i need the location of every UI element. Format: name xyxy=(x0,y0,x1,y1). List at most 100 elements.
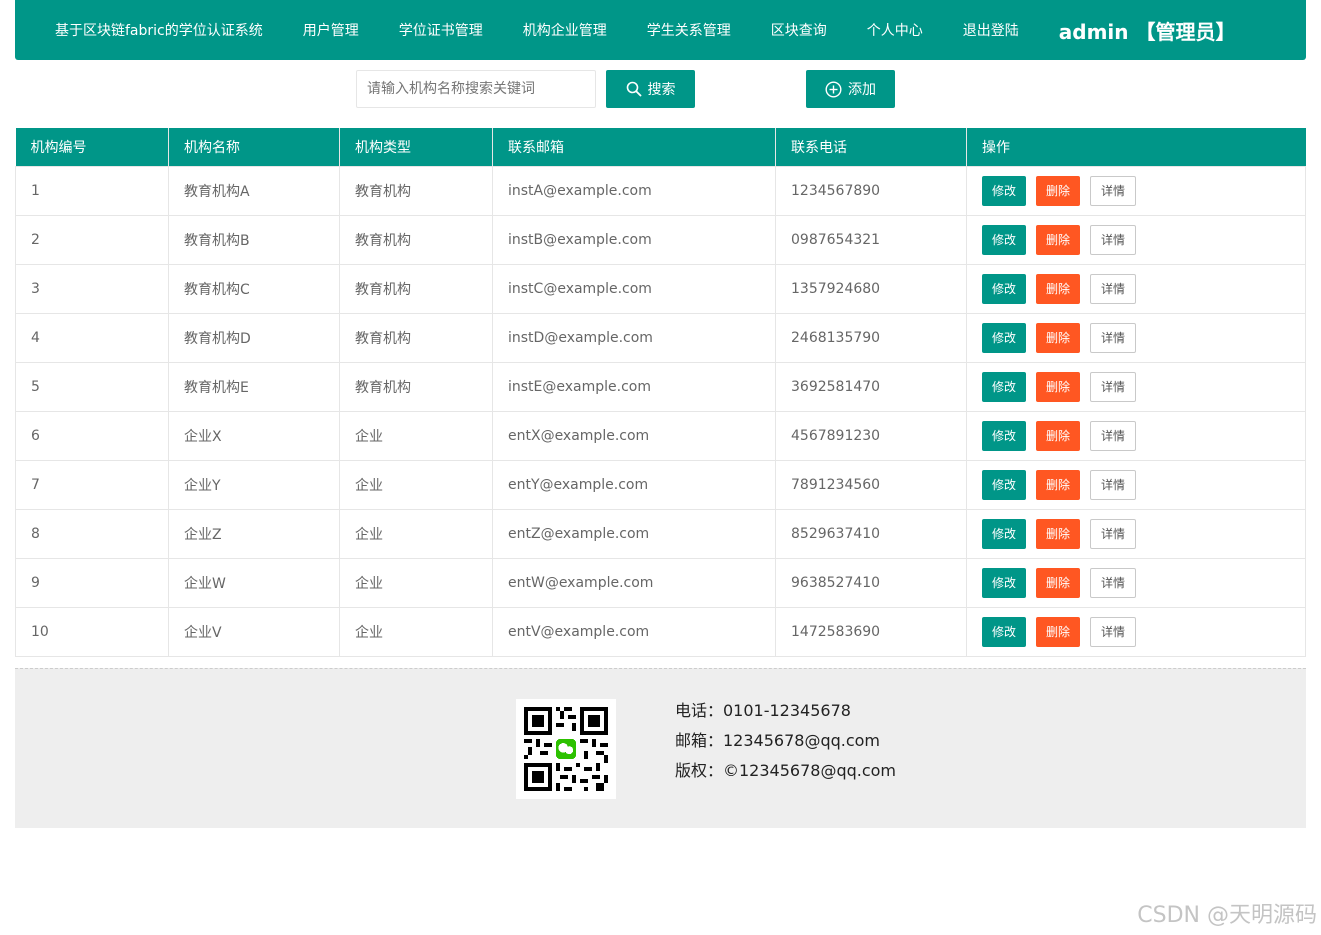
nav-item-profile[interactable]: 个人中心 xyxy=(867,20,923,40)
cell-org-id: 8 xyxy=(15,508,169,559)
edit-button[interactable]: 修改 xyxy=(982,567,1026,598)
delete-button[interactable]: 删除 xyxy=(1036,518,1080,549)
table-row: 2 教育机构B 教育机构 instB@example.com 0987654321 修改删… xyxy=(15,214,1306,265)
cell-org-type: 教育机构 xyxy=(339,312,493,363)
search-button-label: 搜索 xyxy=(647,82,676,98)
cell-org-name: 教育机构D xyxy=(168,312,340,363)
cell-org-id: 3 xyxy=(15,263,169,314)
cell-org-type: 教育机构 xyxy=(339,263,493,314)
cell-org-name: 教育机构E xyxy=(168,361,340,412)
delete-button[interactable]: 删除 xyxy=(1036,273,1080,304)
nav-brand[interactable]: 基于区块链fabric的学位认证系统 xyxy=(55,20,263,40)
cell-phone: 4567891230 xyxy=(775,410,967,461)
cell-email: instE@example.com xyxy=(492,361,776,412)
cell-actions: 修改 删除 详情 xyxy=(966,263,1306,314)
cell-org-type: 教育机构 xyxy=(339,361,493,412)
edit-button[interactable]: 修改 xyxy=(982,175,1026,206)
cell-org-id: 5 xyxy=(15,361,169,412)
cell-org-id: 6 xyxy=(15,410,169,461)
cell-org-id: 10 xyxy=(15,606,169,657)
delete-button[interactable]: 删除 xyxy=(1036,224,1080,255)
organizations-table: 机构编号 机构名称 机构类型 联系邮箱 联系电话 操作 1 教育机构A 教育机构 in… xyxy=(15,128,1306,657)
detail-button[interactable]: 详情 xyxy=(1090,420,1136,451)
toolbar: 搜索 添加 xyxy=(0,70,1321,108)
detail-button[interactable]: 详情 xyxy=(1090,567,1136,598)
table-row: 8 企业Z 企业 entZ@example.com 8529637410 修改 删除 详情 xyxy=(15,508,1306,559)
detail-button[interactable]: 详情 xyxy=(1090,371,1136,402)
delete-button[interactable]: 删除 xyxy=(1036,420,1080,451)
cell-phone: 2468135790 xyxy=(775,312,967,363)
cell-email: entX@example.com xyxy=(492,410,776,461)
detail-button[interactable]: 详情 xyxy=(1090,224,1136,255)
cell-actions: 修改 删除 详情 xyxy=(966,312,1306,363)
footer-contact-info: 电话：0101-12345678 邮箱：12345678@qq.com 版权：©… xyxy=(675,699,896,789)
detail-button[interactable]: 详情 xyxy=(1090,616,1136,647)
cell-org-type: 教育机构 xyxy=(339,165,493,216)
cell-email: entZ@example.com xyxy=(492,508,776,559)
cell-org-type: 企业 xyxy=(339,508,493,559)
cell-org-name: 教育机构C xyxy=(168,263,340,314)
search-input[interactable] xyxy=(356,70,596,108)
edit-button[interactable]: 修改 xyxy=(982,322,1026,353)
delete-button[interactable]: 删除 xyxy=(1036,616,1080,647)
delete-button[interactable]: 删除 xyxy=(1036,322,1080,353)
search-button[interactable]: 搜索 xyxy=(606,70,695,108)
nav-item-organizations[interactable]: 机构企业管理 xyxy=(523,20,607,40)
table-row: 9 企业W 企业 entW@example.com 9638527410 修改 删除 详情 xyxy=(15,557,1306,608)
delete-button[interactable]: 删除 xyxy=(1036,371,1080,402)
cell-org-type: 企业 xyxy=(339,459,493,510)
cell-org-name: 企业Y xyxy=(168,459,340,510)
edit-button[interactable]: 修改 xyxy=(982,518,1026,549)
edit-button[interactable]: 修改 xyxy=(982,371,1026,402)
cell-org-id: 7 xyxy=(15,459,169,510)
add-button-label: 添加 xyxy=(848,82,876,98)
detail-button[interactable]: 详情 xyxy=(1090,273,1136,304)
cell-phone: 1472583690 xyxy=(775,606,967,657)
cell-org-type: 企业 xyxy=(339,410,493,461)
cell-actions: 修改 删除 详情 xyxy=(966,606,1306,657)
table-row: 6 企业X 企业 entX@example.com 4567891230 修改 删除 详情 xyxy=(15,410,1306,461)
table-row: 4 教育机构D 教育机构 instD@example.com 2468135790 修改删… xyxy=(15,312,1306,363)
detail-button[interactable]: 详情 xyxy=(1090,469,1136,500)
footer-phone: 电话：0101-12345678 xyxy=(675,701,851,720)
cell-phone: 7891234560 xyxy=(775,459,967,510)
footer-copyright: 版权：©12345678@qq.com xyxy=(675,761,897,780)
nav-item-users[interactable]: 用户管理 xyxy=(303,20,359,40)
header-org-type: 机构类型 xyxy=(339,128,493,166)
header-phone: 联系电话 xyxy=(775,128,967,166)
table-body: 1 教育机构A 教育机构 instA@example.com 1234567890 修改删… xyxy=(15,165,1306,657)
detail-button[interactable]: 详情 xyxy=(1090,175,1136,206)
edit-button[interactable]: 修改 xyxy=(982,616,1026,647)
cell-org-name: 企业X xyxy=(168,410,340,461)
header-org-id: 机构编号 xyxy=(15,128,169,166)
top-navbar: 基于区块链fabric的学位认证系统 用户管理 学位证书管理 机构企业管理 学生… xyxy=(15,0,1306,60)
nav-item-certificates[interactable]: 学位证书管理 xyxy=(399,20,483,40)
edit-button[interactable]: 修改 xyxy=(982,420,1026,451)
cell-phone: 0987654321 xyxy=(775,214,967,265)
footer: 电话：0101-12345678 邮箱：12345678@qq.com 版权：©… xyxy=(15,668,1306,828)
cell-org-type: 企业 xyxy=(339,606,493,657)
add-button[interactable]: 添加 xyxy=(806,70,895,108)
detail-button[interactable]: 详情 xyxy=(1090,518,1136,549)
nav-item-student-relations[interactable]: 学生关系管理 xyxy=(647,20,731,40)
delete-button[interactable]: 删除 xyxy=(1036,175,1080,206)
cell-actions: 修改 删除 详情 xyxy=(966,214,1306,265)
edit-button[interactable]: 修改 xyxy=(982,469,1026,500)
delete-button[interactable]: 删除 xyxy=(1036,469,1080,500)
header-actions: 操作 xyxy=(966,128,1306,166)
cell-phone: 3692581470 xyxy=(775,361,967,412)
edit-button[interactable]: 修改 xyxy=(982,273,1026,304)
cell-email: instD@example.com xyxy=(492,312,776,363)
cell-org-name: 教育机构A xyxy=(168,165,340,216)
cell-actions: 修改 删除 详情 xyxy=(966,508,1306,559)
cell-actions: 修改 删除 详情 xyxy=(966,459,1306,510)
delete-button[interactable]: 删除 xyxy=(1036,567,1080,598)
nav-item-block-query[interactable]: 区块查询 xyxy=(771,20,827,40)
footer-email: 邮箱：12345678@qq.com xyxy=(675,731,881,750)
plus-circle-icon xyxy=(825,80,842,98)
table-row: 3 教育机构C 教育机构 instC@example.com 1357924680 修改删… xyxy=(15,263,1306,314)
nav-item-logout[interactable]: 退出登陆 xyxy=(963,20,1019,40)
csdn-watermark: CSDN @天明源码 xyxy=(1137,903,1317,928)
edit-button[interactable]: 修改 xyxy=(982,224,1026,255)
detail-button[interactable]: 详情 xyxy=(1090,322,1136,353)
